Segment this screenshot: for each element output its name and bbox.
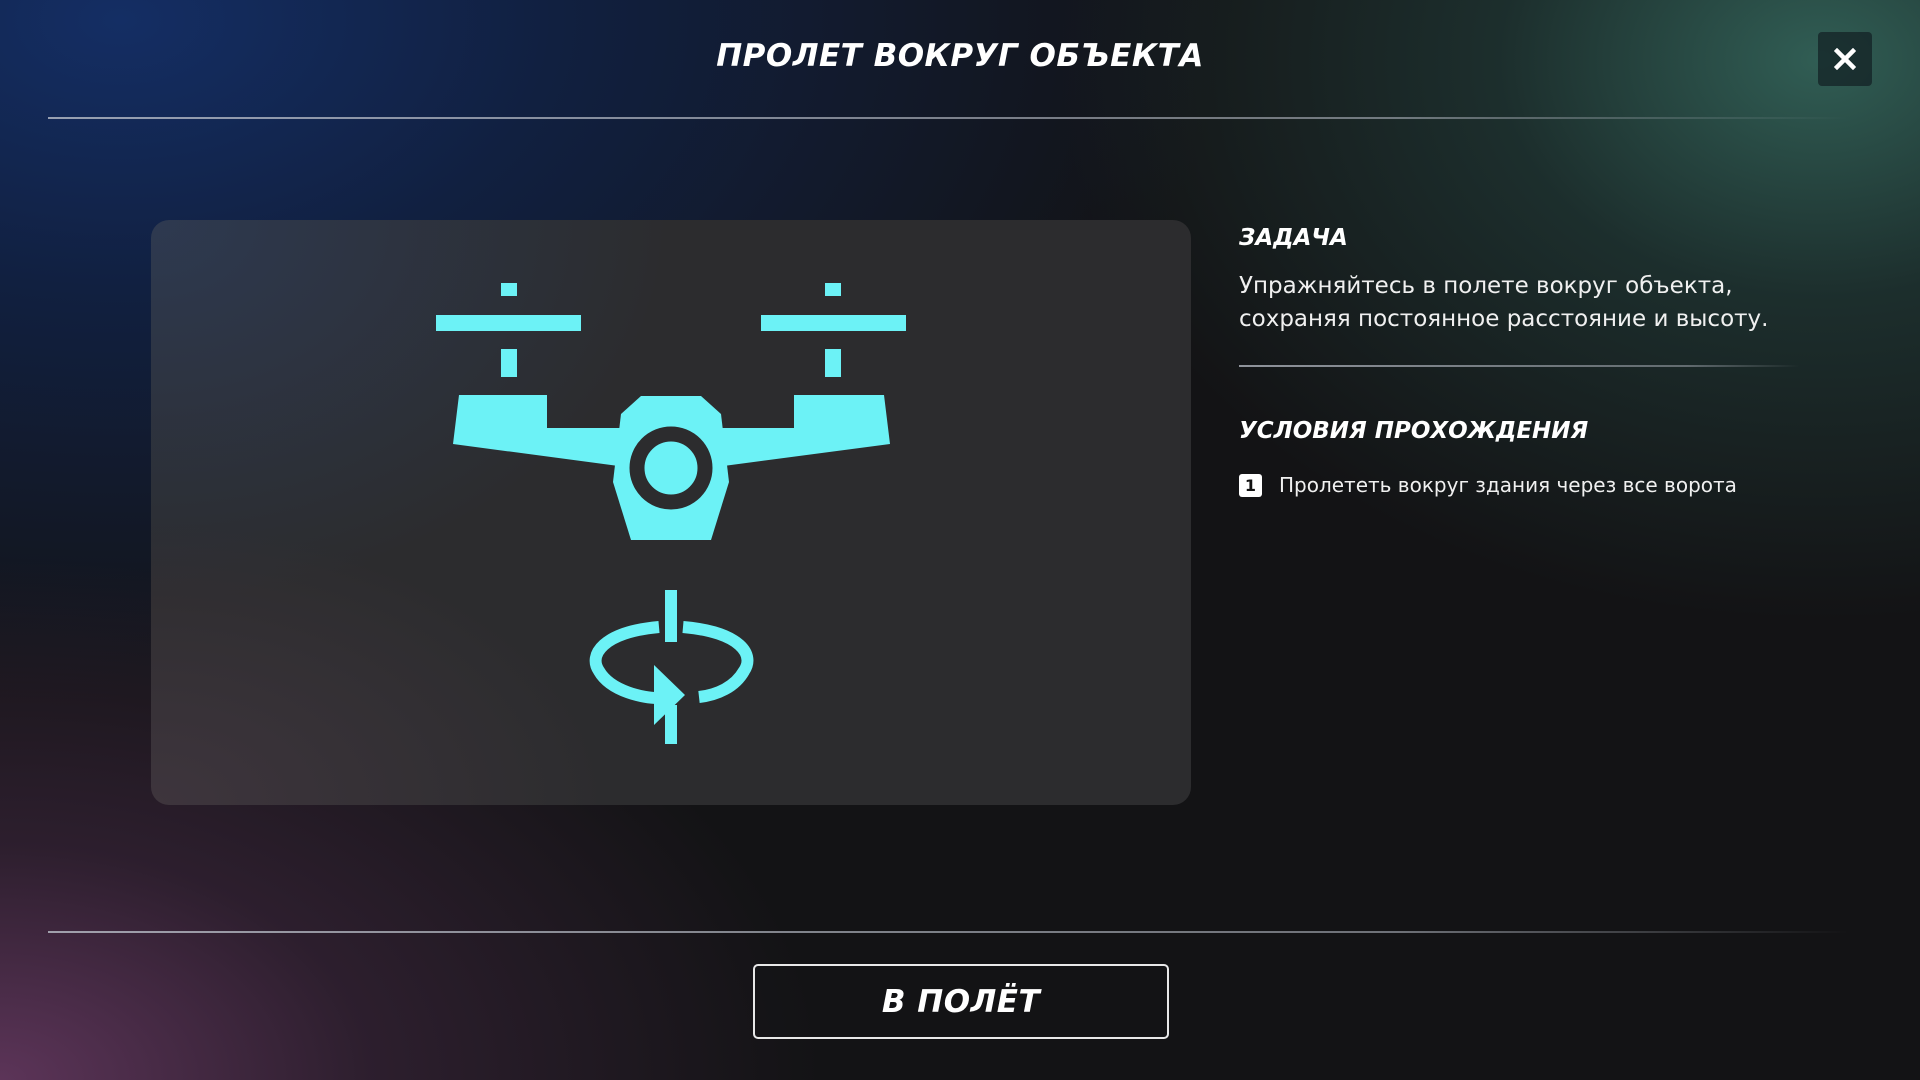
mission-info-panel: ЗАДАЧА Упражняйтесь в полете вокруг объе… [1239,220,1799,497]
condition-item: 1 Пролететь вокруг здания через все воро… [1239,473,1799,497]
conditions-heading: УСЛОВИЯ ПРОХОЖДЕНИЯ [1239,418,1589,444]
start-flight-button[interactable]: В ПОЛЁТ [753,964,1169,1039]
footer-divider [48,931,1848,933]
condition-text: Пролететь вокруг здания через все ворота [1279,473,1737,497]
condition-number-badge: 1 [1239,473,1262,497]
header-divider [48,117,1848,119]
close-icon [1834,48,1856,70]
mission-briefing-screen: ПРОЛЕТ ВОКРУГ ОБЪЕКТА ЗАДАЧА Упражняйтес… [0,0,1920,1080]
task-heading: ЗАДАЧА [1239,225,1348,251]
drone-orbit-icon [436,283,906,744]
close-button[interactable] [1818,32,1872,86]
page-title: ПРОЛЕТ ВОКРУГ ОБЪЕКТА [716,38,1204,74]
mission-preview-panel [151,220,1191,805]
task-description: Упражняйтесь в полете вокруг объекта, со… [1239,273,1769,332]
info-divider [1239,365,1799,367]
